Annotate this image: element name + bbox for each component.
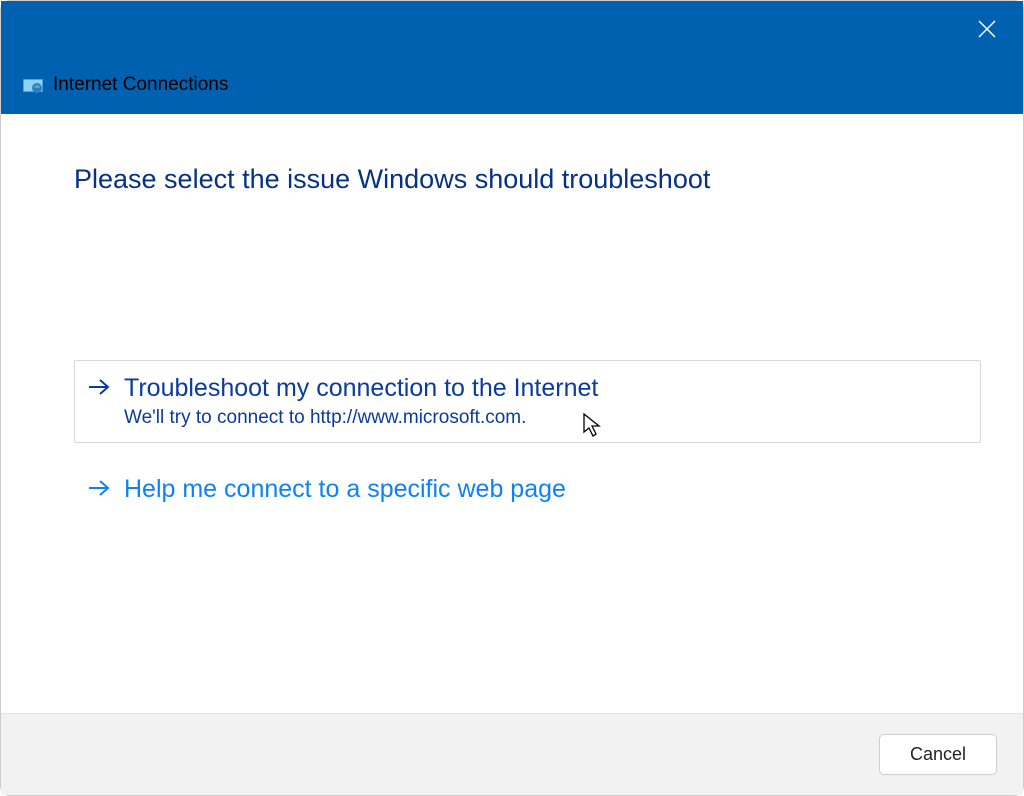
titlebar-content: Internet Connections (23, 74, 228, 96)
close-button[interactable] (973, 15, 1001, 43)
network-troubleshoot-icon (23, 75, 43, 95)
cancel-button[interactable]: Cancel (879, 734, 997, 775)
option-text: Help me connect to a specific web page (124, 473, 566, 506)
option-subtitle: We'll try to connect to http://www.micro… (124, 407, 598, 429)
footer: Cancel (1, 713, 1023, 795)
option-text: Troubleshoot my connection to the Intern… (124, 372, 598, 429)
option-specific-webpage[interactable]: Help me connect to a specific web page (74, 461, 981, 520)
arrow-right-icon (88, 479, 110, 502)
arrow-right-icon (88, 378, 110, 401)
option-title: Troubleshoot my connection to the Intern… (124, 372, 598, 405)
option-troubleshoot-internet[interactable]: Troubleshoot my connection to the Intern… (74, 360, 981, 443)
titlebar: Internet Connections (1, 1, 1023, 114)
content-area: Please select the issue Windows should t… (1, 114, 1023, 699)
option-title: Help me connect to a specific web page (124, 473, 566, 506)
window-title: Internet Connections (53, 74, 228, 96)
page-heading: Please select the issue Windows should t… (74, 164, 981, 195)
